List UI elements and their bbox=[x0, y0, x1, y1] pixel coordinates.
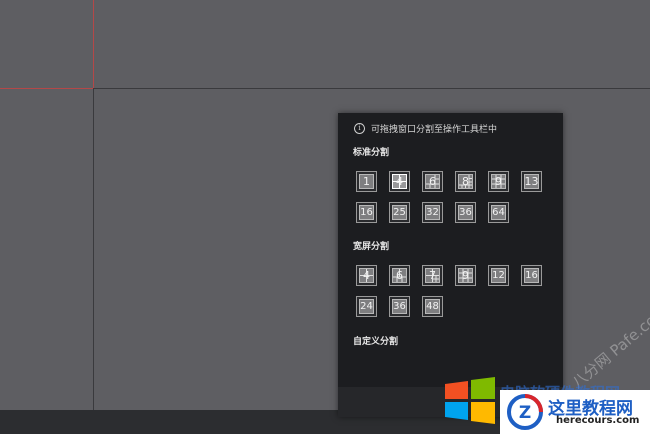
drag-hint-text: 可拖拽窗口分割至操作工具栏中 bbox=[371, 125, 498, 135]
split-layout-panel: i 可拖拽窗口分割至操作工具栏中 标准分割 1 4 6 8 9 13 16 25 bbox=[338, 113, 563, 417]
pane-divider-horizontal bbox=[94, 88, 650, 89]
pane-divider-vertical bbox=[93, 88, 94, 410]
brand-logo-icon: Z bbox=[507, 394, 543, 430]
layout-button-6[interactable]: 6 bbox=[422, 171, 443, 192]
layout-button-9[interactable]: 9 bbox=[488, 171, 509, 192]
wide-layout-button-24[interactable]: 24 bbox=[356, 296, 377, 317]
layout-button-8[interactable]: 8 bbox=[455, 171, 476, 192]
wide-layout-button-7[interactable]: 7 bbox=[422, 265, 443, 286]
layout-button-64[interactable]: 64 bbox=[488, 202, 509, 223]
layout-button-4[interactable]: 4 bbox=[389, 171, 410, 192]
brand-badge: Z 这里教程网 herecours.com bbox=[500, 390, 650, 434]
windows-logo-watermark-icon bbox=[445, 377, 495, 424]
wide-layout-button-4[interactable]: 4 bbox=[356, 265, 377, 286]
layout-button-13[interactable]: 13 bbox=[521, 171, 542, 192]
wide-layout-button-6[interactable]: 6 bbox=[389, 265, 410, 286]
layout-button-1[interactable]: 1 bbox=[356, 171, 377, 192]
layout-button-25[interactable]: 25 bbox=[389, 202, 410, 223]
svg-text:Z: Z bbox=[519, 403, 531, 423]
wide-layout-button-12[interactable]: 12 bbox=[488, 265, 509, 286]
wide-layout-button-16[interactable]: 16 bbox=[521, 265, 542, 286]
wide-layout-button-36[interactable]: 36 bbox=[389, 296, 410, 317]
wide-layout-button-9[interactable]: 9 bbox=[455, 265, 476, 286]
info-icon: i bbox=[354, 123, 365, 134]
layout-button-16[interactable]: 16 bbox=[356, 202, 377, 223]
brand-url: herecours.com bbox=[556, 415, 640, 426]
section-title-standard: 标准分割 bbox=[353, 148, 390, 158]
layout-button-36[interactable]: 36 bbox=[455, 202, 476, 223]
wide-layout-button-48[interactable]: 48 bbox=[422, 296, 443, 317]
selected-pane-outline[interactable] bbox=[0, 0, 94, 89]
layout-button-32[interactable]: 32 bbox=[422, 202, 443, 223]
drag-hint: i 可拖拽窗口分割至操作工具栏中 bbox=[354, 122, 497, 135]
section-title-wide: 宽屏分割 bbox=[353, 242, 390, 252]
section-title-custom: 自定义分割 bbox=[353, 337, 399, 347]
